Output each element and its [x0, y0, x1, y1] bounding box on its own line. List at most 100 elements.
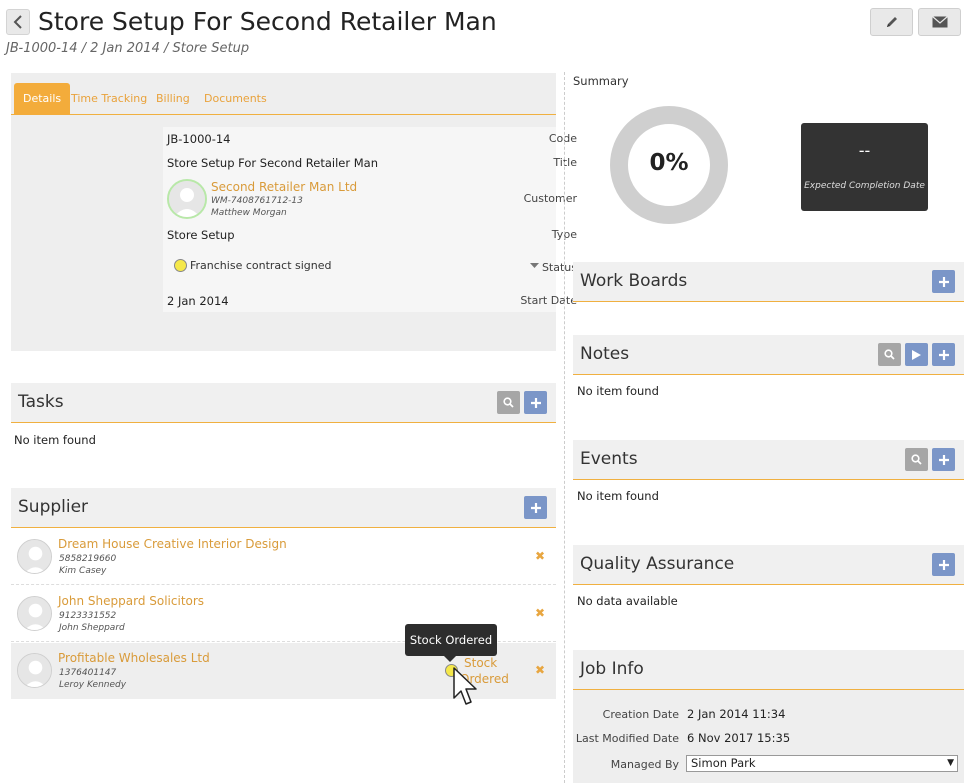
supplier-avatar — [17, 596, 52, 631]
plus-icon — [938, 559, 949, 570]
pencil-icon — [886, 17, 897, 27]
tasks-header: Tasks — [11, 383, 556, 423]
remove-icon[interactable]: ✖ — [535, 549, 545, 563]
tasks-add-button[interactable] — [524, 391, 547, 414]
status-dot — [174, 259, 187, 272]
supplier-name-link[interactable]: Profitable Wholesales Ltd — [58, 651, 210, 665]
work-boards-add-button[interactable] — [932, 270, 955, 293]
supplier-contact: Leroy Kennedy — [59, 680, 127, 690]
customer-contact: Matthew Morgan — [211, 208, 287, 218]
tasks-empty: No item found — [14, 433, 96, 447]
managed-by-select[interactable]: Simon Park ▼ — [686, 755, 958, 772]
envelope-icon — [931, 16, 948, 28]
plus-icon — [938, 349, 949, 360]
supplier-phone: 1376401147 — [59, 668, 117, 678]
search-icon — [884, 349, 895, 360]
supplier-add-button[interactable] — [524, 496, 547, 519]
expected-completion-card: -- Expected Completion Date — [801, 123, 928, 211]
mouse-pointer-icon — [453, 667, 477, 705]
supplier-name-link[interactable]: John Sheppard Solicitors — [58, 594, 204, 608]
search-icon — [503, 397, 514, 408]
job-info-header: Job Info — [573, 650, 964, 690]
job-info-title: Job Info — [580, 659, 644, 679]
search-icon — [911, 454, 922, 465]
quality-title: Quality Assurance — [580, 554, 735, 574]
modified-date-label: Last Modified Date — [575, 732, 679, 745]
work-boards-title: Work Boards — [580, 271, 688, 291]
back-button[interactable] — [6, 9, 30, 35]
title-label: Title — [553, 156, 577, 169]
tasks-title: Tasks — [18, 392, 64, 412]
events-header: Events — [573, 440, 964, 480]
start-date-label: Start Date — [520, 294, 577, 307]
events-add-button[interactable] — [932, 448, 955, 471]
page-title: Store Setup For Second Retailer Man — [38, 7, 497, 36]
chevron-left-icon — [13, 15, 22, 29]
supplier-name-link[interactable]: Dream House Creative Interior Design — [58, 537, 287, 551]
user-placeholder-icon — [169, 181, 205, 217]
tab-billing[interactable]: Billing — [147, 83, 199, 115]
supplier-avatar — [17, 539, 52, 574]
play-icon — [912, 349, 921, 360]
events-title: Events — [580, 449, 638, 469]
type-value: Store Setup — [167, 228, 235, 242]
supplier-phone: 5858219660 — [59, 554, 117, 564]
plus-icon — [530, 397, 541, 408]
customer-id: WM-7408761712-13 — [211, 196, 303, 206]
managed-by-label: Managed By — [610, 758, 679, 771]
title-value: Store Setup For Second Retailer Man — [167, 156, 378, 170]
caret-down-icon — [530, 263, 539, 268]
user-placeholder-icon — [18, 540, 51, 573]
supplier-phone: 9123331552 — [59, 611, 117, 621]
plus-icon — [530, 502, 541, 513]
tab-time-tracking[interactable]: Time Tracking — [62, 83, 156, 115]
code-label: Code — [548, 132, 577, 145]
user-placeholder-icon — [18, 597, 51, 630]
supplier-row: Dream House Creative Interior Design 585… — [11, 529, 556, 585]
managed-by-value: Simon Park — [691, 756, 756, 770]
supplier-contact: John Sheppard — [59, 623, 125, 633]
modified-date-value: 6 Nov 2017 15:35 — [687, 731, 791, 745]
plus-icon — [938, 454, 949, 465]
tasks-search-button[interactable] — [497, 391, 520, 414]
notes-search-button[interactable] — [878, 343, 901, 366]
notes-add-button[interactable] — [932, 343, 955, 366]
breadcrumb: JB-1000-14 / 2 Jan 2014 / Store Setup — [6, 41, 250, 56]
notes-empty: No item found — [577, 384, 659, 398]
user-placeholder-icon — [18, 654, 51, 687]
supplier-avatar — [17, 653, 52, 688]
customer-name-link[interactable]: Second Retailer Man Ltd — [211, 180, 357, 194]
notes-play-button[interactable] — [905, 343, 928, 366]
quality-add-button[interactable] — [932, 553, 955, 576]
summary-label: Summary — [573, 74, 629, 88]
supplier-title: Supplier — [18, 497, 89, 517]
notes-title: Notes — [580, 344, 630, 364]
supplier-contact: Kim Casey — [59, 566, 107, 576]
ecd-label: Expected Completion Date — [804, 181, 925, 191]
progress-percent: 0% — [649, 150, 689, 176]
events-search-button[interactable] — [905, 448, 928, 471]
details-fields — [163, 127, 556, 312]
edit-button[interactable] — [870, 8, 913, 36]
remove-icon[interactable]: ✖ — [535, 606, 545, 620]
status-label: Status — [541, 261, 577, 274]
tab-bar: Details Time Tracking Billing Documents — [11, 83, 556, 115]
customer-label: Customer — [523, 192, 577, 205]
events-empty: No item found — [577, 489, 659, 503]
email-button[interactable] — [918, 8, 961, 36]
status-value: Franchise contract signed — [190, 259, 332, 272]
customer-avatar — [167, 179, 207, 219]
notes-header: Notes — [573, 335, 964, 375]
remove-icon[interactable]: ✖ — [535, 663, 545, 677]
tab-documents[interactable]: Documents — [195, 83, 276, 115]
code-value: JB-1000-14 — [167, 132, 231, 146]
quality-header: Quality Assurance — [573, 545, 964, 585]
creation-date-value: 2 Jan 2014 11:34 — [687, 707, 786, 721]
status-select[interactable]: Franchise contract signed — [170, 254, 545, 278]
supplier-header: Supplier — [11, 488, 556, 528]
work-boards-header: Work Boards — [573, 262, 964, 302]
start-date-value: 2 Jan 2014 — [167, 294, 229, 308]
status-tooltip: Stock Ordered — [405, 624, 497, 656]
plus-icon — [938, 276, 949, 287]
quality-empty: No data available — [577, 594, 678, 608]
